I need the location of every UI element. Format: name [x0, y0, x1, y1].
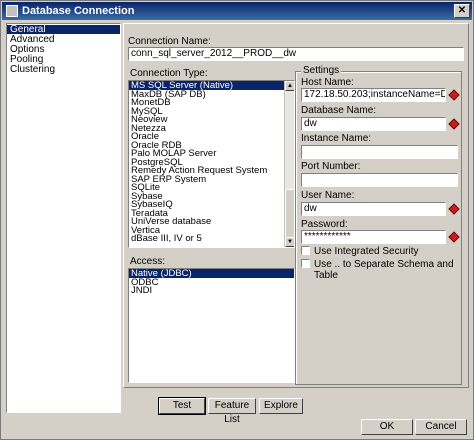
cancel-button[interactable]: Cancel	[415, 419, 467, 435]
test-button[interactable]: Test	[158, 397, 206, 415]
explore-button[interactable]: Explore	[259, 398, 303, 414]
password-label: Password:	[301, 219, 348, 230]
connection-type-list[interactable]: MS SQL Server (Native) MaxDB (SAP DB) Mo…	[128, 80, 295, 248]
database-connection-dialog: Database Connection ✕ General Advanced O…	[0, 0, 474, 440]
connection-type-label: Connection Type:	[130, 68, 208, 79]
database-name-input[interactable]: dw	[301, 117, 446, 131]
category-list: General Advanced Options Pooling Cluster…	[6, 23, 121, 413]
close-button[interactable]: ✕	[454, 4, 470, 18]
general-panel: Connection Name: conn_sql_server_2012__P…	[123, 23, 469, 388]
instance-name-input[interactable]	[301, 145, 458, 159]
connection-name-input[interactable]: conn_sql_server_2012__PROD__dw	[128, 47, 464, 61]
user-name-label: User Name:	[301, 190, 355, 201]
window-title: Database Connection	[22, 5, 135, 17]
integrated-security-label: Use Integrated Security	[314, 246, 419, 257]
nav-item-pooling[interactable]: Pooling	[7, 55, 120, 65]
integrated-security-checkbox[interactable]	[301, 246, 310, 255]
scroll-up-icon[interactable]: ▲	[285, 81, 294, 91]
separate-schema-checkbox[interactable]	[301, 259, 310, 268]
separate-schema-label: Use .. to Separate Schema and Table	[314, 259, 454, 281]
port-number-label: Port Number:	[301, 161, 361, 172]
feature-list-button[interactable]: Feature List	[208, 398, 256, 425]
ok-button[interactable]: OK	[361, 419, 413, 435]
title-bar: Database Connection ✕	[2, 2, 472, 20]
host-name-input[interactable]: 172.18.50.203;instanceName=DW	[301, 88, 446, 102]
nav-item-options[interactable]: Options	[7, 45, 120, 55]
scroll-thumb[interactable]	[285, 189, 294, 241]
user-name-input[interactable]: dw	[301, 202, 446, 216]
port-number-input[interactable]	[301, 173, 458, 187]
password-input[interactable]: ************	[301, 230, 446, 244]
list-item[interactable]: dBase III, IV or 5	[129, 234, 294, 243]
access-list[interactable]: Native (JDBC) ODBC JNDI	[128, 268, 295, 383]
instance-name-label: Instance Name:	[301, 133, 372, 144]
database-name-label: Database Name:	[301, 105, 377, 116]
connection-type-scrollbar[interactable]: ▲ ▼	[284, 81, 294, 247]
connection-name-label: Connection Name:	[128, 36, 211, 47]
host-name-label: Host Name:	[301, 77, 354, 88]
nav-item-general[interactable]: General	[7, 25, 120, 35]
nav-item-clustering[interactable]: Clustering	[7, 65, 120, 75]
list-item[interactable]: ODBC	[129, 278, 294, 287]
scroll-down-icon[interactable]: ▼	[285, 237, 294, 247]
settings-title: Settings	[301, 65, 342, 76]
app-icon	[6, 5, 18, 17]
access-label: Access:	[130, 256, 166, 267]
nav-item-advanced[interactable]: Advanced	[7, 35, 120, 45]
